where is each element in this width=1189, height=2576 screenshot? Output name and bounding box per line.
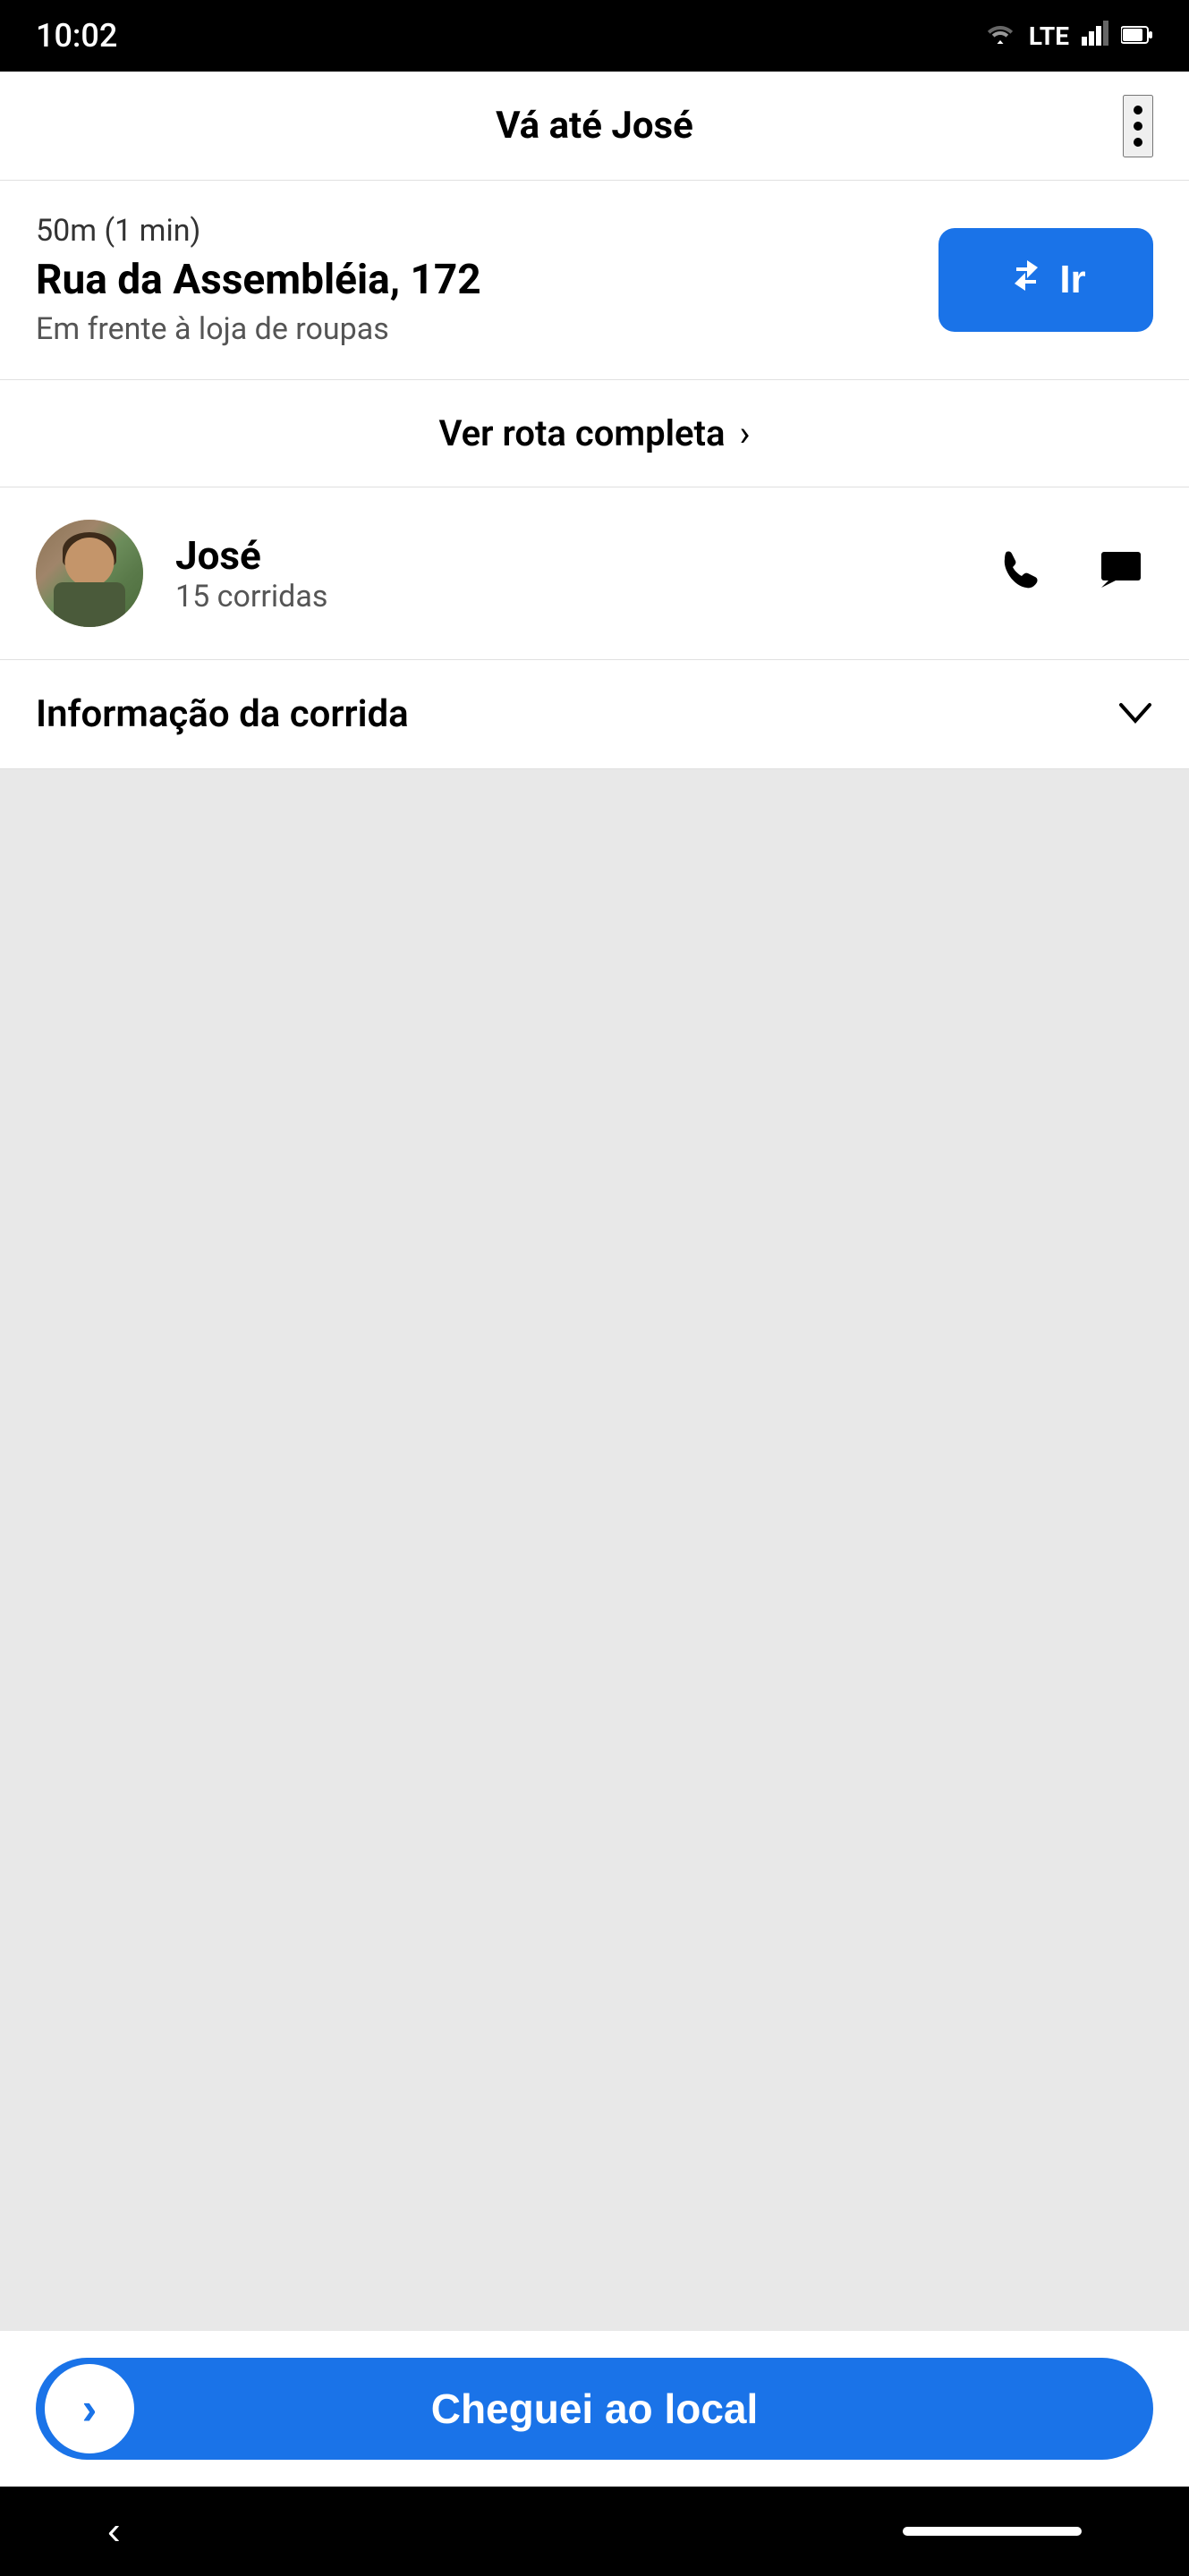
header: Vá até José — [0, 72, 1189, 181]
bottom-action-area: › Cheguei ao local — [0, 2331, 1189, 2487]
arrived-button[interactable]: › Cheguei ao local — [36, 2358, 1153, 2460]
message-icon — [1098, 550, 1144, 602]
phone-icon — [998, 550, 1044, 602]
route-link-text: Ver rota completa — [439, 412, 726, 454]
back-button[interactable]: ‹ — [107, 2509, 121, 2554]
chevron-right-icon: › — [739, 412, 750, 454]
arrived-button-arrow-icon: › — [45, 2364, 134, 2453]
nav-note: Em frente à loja de roupas — [36, 311, 481, 347]
signal-icon — [1082, 21, 1108, 52]
ride-info-label: Informação da corrida — [36, 692, 409, 736]
status-bar: 10:02 LTE — [0, 0, 1189, 72]
navigation-section: 50m (1 min) Rua da Assembléia, 172 Em fr… — [0, 181, 1189, 380]
call-button[interactable] — [989, 536, 1053, 612]
ride-info-section[interactable]: Informação da corrida — [0, 660, 1189, 769]
app-container: Vá até José 50m (1 min) Rua da Assembléi… — [0, 72, 1189, 2487]
go-button[interactable]: Ir — [938, 228, 1153, 332]
map-area — [0, 769, 1189, 2331]
passenger-actions — [989, 536, 1153, 612]
nav-bar: ‹ — [0, 2487, 1189, 2576]
nav-address: Rua da Assembléia, 172 — [36, 256, 481, 304]
chevron-down-icon — [1117, 692, 1153, 736]
status-icons: LTE — [984, 21, 1153, 52]
passenger-info: José 15 corridas — [175, 532, 956, 614]
lte-label: LTE — [1029, 21, 1069, 51]
nav-info: 50m (1 min) Rua da Assembléia, 172 Em fr… — [36, 213, 481, 347]
status-time: 10:02 — [36, 17, 117, 55]
passenger-avatar — [36, 520, 143, 627]
passenger-rides: 15 corridas — [175, 579, 956, 614]
three-dots-icon — [1134, 106, 1142, 147]
arrived-button-label: Cheguei ao local — [72, 2385, 1117, 2433]
wifi-icon — [984, 21, 1016, 52]
passenger-section: José 15 corridas — [0, 487, 1189, 660]
more-options-button[interactable] — [1123, 95, 1153, 157]
nav-time-distance: 50m (1 min) — [36, 213, 481, 249]
battery-icon — [1121, 21, 1153, 51]
route-arrows-icon — [1006, 255, 1047, 305]
page-title: Vá até José — [496, 104, 693, 148]
go-button-label: Ir — [1059, 258, 1085, 302]
message-button[interactable] — [1089, 536, 1153, 612]
passenger-name: José — [175, 532, 956, 579]
home-indicator[interactable] — [903, 2527, 1082, 2536]
route-link-section[interactable]: Ver rota completa › — [0, 380, 1189, 487]
